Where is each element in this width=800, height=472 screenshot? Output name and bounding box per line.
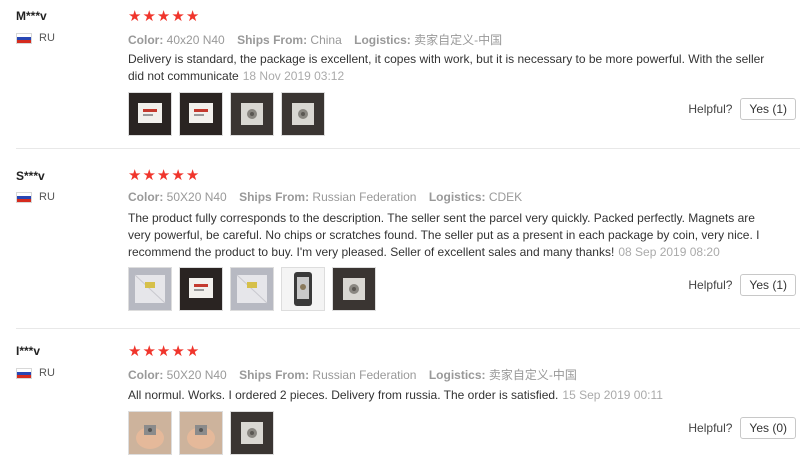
hand-magnet-photo[interactable] [128,411,172,455]
review-photos [128,267,376,311]
review-body: Delivery is standard, the package is exc… [128,52,765,83]
star-icon: ★ [128,8,142,25]
star-icon: ★ [142,8,156,25]
reviewer-country: RU [16,32,55,44]
logistics-value: CDEK [488,190,523,204]
review-date: 15 Sep 2019 00:11 [562,388,663,402]
order-info: Color: 50X20 N40 Ships From: Russian Fed… [128,190,531,204]
ships-from-value: Russian Federation [312,190,417,204]
review-text: Delivery is standard, the package is exc… [128,51,778,85]
star-icon: ★ [171,8,185,25]
star-icon: ★ [171,343,185,360]
star-icon: ★ [156,8,171,25]
reviewer-country: RU [16,367,55,379]
logistics-label: Logistics: [428,368,486,382]
helpful-label: Helpful? [688,102,733,116]
reviewer-name: M***v [16,9,47,23]
review-text: The product fully corresponds to the des… [128,210,778,261]
color-value: 40x20 N40 [166,33,225,47]
country-code: RU [39,32,55,44]
star-icon: ★ [142,167,156,184]
helpful-label: Helpful? [688,421,733,435]
color-label: Color: [128,190,164,204]
color-label: Color: [128,33,164,47]
country-code: RU [39,191,55,203]
parcel-photo[interactable] [128,267,172,311]
color-value: 50X20 N40 [166,190,227,204]
russia-flag-icon [16,191,32,203]
star-icon: ★ [156,167,171,184]
review-photos [128,92,325,136]
star-icon: ★ [171,167,185,184]
star-icon: ★ [142,343,156,360]
ships-from-label: Ships From: [237,33,308,47]
review-item: M***v RU ★ ★ ★ ★ ★ Color: 40x20 N40 Ships Fr… [0,0,800,149]
star-icon: ★ [128,167,142,184]
ships-from-value: Russian Federation [312,368,417,382]
review-date: 18 Nov 2019 03:12 [242,69,345,83]
ships-from-label: Ships From: [239,368,310,382]
magnet-close-up-photo[interactable] [332,267,376,311]
color-value: 50X20 N40 [166,368,227,382]
parcel-photo[interactable] [230,267,274,311]
review-photos [128,411,274,455]
review-body: All normul. Works. I ordered 2 pieces. D… [128,388,559,402]
reviewer-name: S***v [16,169,45,183]
color-label: Color: [128,368,164,382]
reviewer-country: RU [16,191,55,203]
helpful-section: Helpful? Yes (1) [688,274,796,296]
magnet-close-up-photo[interactable] [230,92,274,136]
magnet-package-photo[interactable] [179,92,223,136]
review-date: 08 Sep 2019 08:20 [618,245,720,259]
ships-from-value: China [310,33,342,47]
reviewer-name: I***v [16,344,41,358]
review-item: S***v RU ★ ★ ★ ★ ★ Color: 50X20 N40 Ships Fr… [0,149,800,329]
star-rating: ★ ★ ★ ★ ★ [128,9,199,24]
phone-magnet-photo[interactable] [281,267,325,311]
hand-magnet-photo[interactable] [179,411,223,455]
logistics-value: 卖家自定义-中国 [414,33,503,47]
star-icon: ★ [128,343,142,360]
logistics-value: 卖家自定义-中国 [488,368,577,382]
order-info: Color: 40x20 N40 Ships From: China Logis… [128,31,511,48]
ships-from-label: Ships From: [239,190,310,204]
star-icon: ★ [185,8,200,25]
star-rating: ★ ★ ★ ★ ★ [128,168,199,183]
review-text: All normul. Works. I ordered 2 pieces. D… [128,387,778,404]
helpful-section: Helpful? Yes (1) [688,98,796,120]
russia-flag-icon [16,32,32,44]
helpful-yes-button[interactable]: Yes (1) [740,98,796,120]
magnet-package-photo[interactable] [128,92,172,136]
helpful-yes-button[interactable]: Yes (0) [740,417,796,439]
helpful-yes-button[interactable]: Yes (1) [740,274,796,296]
magnet-close-up-photo[interactable] [230,411,274,455]
review-item: I***v RU ★ ★ ★ ★ ★ Color: 50X20 N40 Ships Fr… [0,329,800,472]
star-icon: ★ [156,343,171,360]
order-info: Color: 50X20 N40 Ships From: Russian Fed… [128,366,586,383]
star-icon: ★ [185,343,200,360]
star-icon: ★ [185,167,200,184]
magnet-package-photo[interactable] [179,267,223,311]
helpful-label: Helpful? [688,278,733,292]
helpful-section: Helpful? Yes (0) [688,417,796,439]
logistics-label: Logistics: [354,33,411,47]
country-code: RU [39,367,55,379]
magnet-close-up-photo[interactable] [281,92,325,136]
logistics-label: Logistics: [428,190,486,204]
star-rating: ★ ★ ★ ★ ★ [128,344,199,359]
russia-flag-icon [16,367,32,379]
